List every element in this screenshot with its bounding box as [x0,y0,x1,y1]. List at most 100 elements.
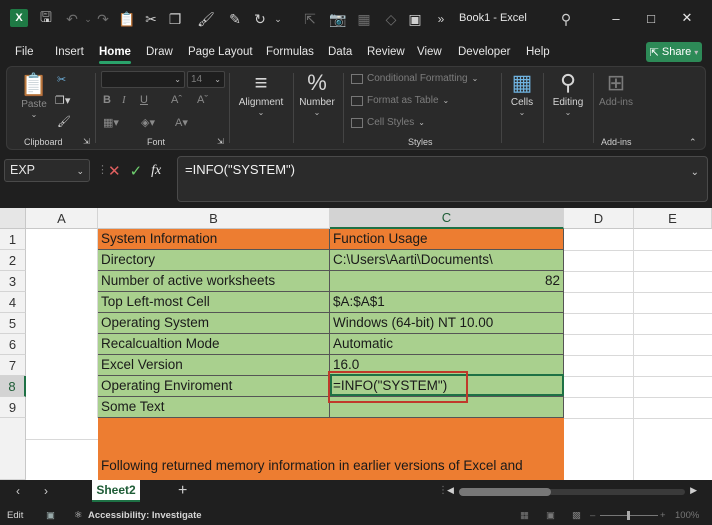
column-header-e[interactable]: E [634,208,712,229]
cells-button[interactable]: ▦ Cells ⌄ [507,71,537,118]
cell-b6[interactable]: Recalcualtion Mode [98,334,330,355]
tab-insert[interactable]: Insert [55,46,84,58]
expand-formula-icon[interactable]: ⌄ [691,167,699,178]
redo-icon[interactable]: ↷ [93,9,113,29]
name-box[interactable]: EXP ⌄ [4,159,90,182]
row-header[interactable]: 2 [0,250,26,271]
cell-styles-button[interactable]: Cell Styles ⌄ [351,117,425,128]
font-color-icon[interactable]: A▾ [175,116,188,129]
macro-recording-icon[interactable]: ▣ [46,510,55,521]
shapes-icon[interactable]: ◇ [381,9,401,29]
add-sheet-button[interactable]: + [178,482,187,500]
cell-b1[interactable]: System Information [98,229,330,250]
save-icon[interactable]: 🖫 [36,9,56,29]
column-header-d[interactable]: D [564,208,634,229]
brush-icon[interactable]: ✎ [225,9,245,29]
decrease-font-icon[interactable]: Aˇ [197,94,208,106]
font-size-dropdown[interactable]: 14 ⌄ [187,71,225,88]
underline-button[interactable]: U [140,94,148,106]
fill-color-icon[interactable]: ◈▾ [141,116,155,129]
table-icon[interactable]: ▦ [354,9,374,29]
scroll-right-icon[interactable]: ▶ [690,485,697,496]
zoom-out-icon[interactable]: – [590,510,595,521]
camera-icon[interactable]: 📷 [328,9,348,29]
column-header-c[interactable]: C [330,208,564,229]
select-all-corner[interactable] [0,208,26,229]
copy-icon[interactable]: ❐ [165,9,185,29]
cell-b4[interactable]: Top Left-most Cell [98,292,330,313]
empty-column-a[interactable] [26,229,98,418]
previous-sheet-button[interactable]: ‹ [16,484,20,498]
scrollbar-thumb[interactable] [459,488,551,496]
cell-b7[interactable]: Excel Version [98,355,330,376]
page-break-view-icon[interactable]: ▩ [572,510,581,521]
cut-icon[interactable]: ✂ [141,9,161,29]
tab-file[interactable]: File [15,46,34,58]
row-header[interactable]: 7 [0,355,26,376]
tab-formulas[interactable]: Formulas [266,46,314,58]
cell-c3[interactable]: 82 [330,271,564,292]
alignment-button[interactable]: ≡ Alignment ⌄ [235,71,287,118]
tab-view[interactable]: View [417,46,442,58]
next-sheet-button[interactable]: › [44,484,48,498]
tab-review[interactable]: Review [367,46,405,58]
number-format-button[interactable]: % Number ⌄ [297,71,337,118]
row-header[interactable]: 3 [0,271,26,292]
scroll-left-icon[interactable]: ◀ [447,485,454,496]
tab-page-layout[interactable]: Page Layout [188,46,253,58]
cell-c6[interactable]: Automatic [330,334,564,355]
format-as-table-button[interactable]: Format as Table ⌄ [351,95,449,106]
close-icon[interactable]: ✕ [677,8,697,28]
cell-b9[interactable]: Some Text [98,397,330,418]
conditional-formatting-button[interactable]: Conditional Formatting ⌄ [351,73,478,84]
row-header[interactable]: 4 [0,292,26,313]
cell-c4[interactable]: $A:$A$1 [330,292,564,313]
row-header[interactable]: 1 [0,229,26,250]
note-cell[interactable]: Following returned memory information in… [98,418,564,480]
minimize-icon[interactable]: – [606,8,626,28]
page-layout-view-icon[interactable]: ▣ [546,510,555,521]
tab-help[interactable]: Help [526,46,550,58]
format-painter-icon[interactable]: 🖌 [196,9,216,29]
confirm-icon[interactable]: ✓ [130,162,143,180]
column-header-a[interactable]: A [26,208,98,229]
row-header[interactable]: 8 [0,376,26,397]
bold-button[interactable]: B [103,94,111,106]
maximize-icon[interactable]: □ [641,8,661,28]
cancel-icon[interactable]: ✕ [108,162,121,180]
sheet-tab-sheet2[interactable]: Sheet2 [92,480,140,502]
insert-function-button[interactable]: fx [151,163,161,179]
copy-icon[interactable]: ❐▾ [55,94,70,107]
horizontal-scrollbar[interactable]: ◀ ▶ [447,485,697,497]
zoom-slider-thumb[interactable] [627,511,630,520]
cell-c5[interactable]: Windows (64-bit) NT 10.00 [330,313,564,334]
paste-icon[interactable]: 📋 [117,9,137,29]
cell-b3[interactable]: Number of active worksheets [98,271,330,292]
zoom-level[interactable]: 100% [675,510,699,521]
refresh-dropdown-icon[interactable]: ⌄ [268,9,288,29]
worksheet-grid[interactable]: A B C D E 1 2 3 4 5 6 7 8 9 System Infor… [0,208,712,480]
editing-button[interactable]: ⚲ Editing ⌄ [548,71,588,118]
cell-c2[interactable]: C:\Users\Aarti\Documents\ [330,250,564,271]
tab-home[interactable]: Home [99,46,131,64]
zoom-in-icon[interactable]: + [660,510,666,521]
collapse-ribbon-icon[interactable]: ⌃ [689,137,697,148]
borders-icon[interactable]: ▦▾ [103,116,119,129]
cell-b8[interactable]: Operating Enviroment [98,376,330,397]
row-header[interactable]: 9 [0,397,26,418]
more-commands-icon[interactable]: » [431,9,451,29]
cell-b2[interactable]: Directory [98,250,330,271]
search-icon[interactable]: ⚲ [556,9,576,29]
tab-developer[interactable]: Developer [458,46,510,58]
share-button[interactable]: ⇱ Share ▾ [646,42,702,62]
paste-button[interactable]: 📋 Paste ⌄ [17,73,51,120]
cut-icon[interactable]: ✂ [57,73,66,86]
dialog-launcher-icon[interactable]: ⇲ [83,137,90,146]
row-header[interactable] [0,418,26,480]
export-icon[interactable]: ⇱ [300,9,320,29]
tab-draw[interactable]: Draw [146,46,173,58]
format-painter-icon[interactable]: 🖌 [57,115,71,128]
row-header[interactable]: 6 [0,334,26,355]
text-box-icon[interactable]: ▣ [405,9,425,29]
formula-input[interactable]: =INFO("SYSTEM") ⌄ [177,156,708,202]
